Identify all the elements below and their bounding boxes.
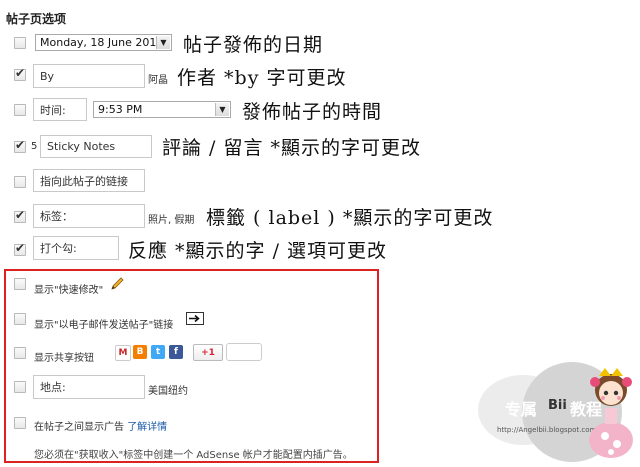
author-name: 阿晶 [148, 75, 168, 86]
reactions-checkbox[interactable] [14, 241, 26, 256]
blogger-icon: B [133, 345, 147, 359]
author-label-input[interactable]: By [33, 64, 145, 88]
twitter-icon: t [151, 345, 165, 359]
labels-values: 照片, 假期 [148, 215, 195, 226]
permalink-label-input[interactable]: 指向此帖子的链接 [33, 169, 145, 192]
quick-edit-label: 显示"快速修改" [34, 285, 104, 296]
labels-annotation: 標籤 ( label ) *顯示的字可更改 [206, 207, 494, 229]
ads-label: 在帖子之间显示广告 了解详情 [34, 418, 167, 433]
labels-label-input[interactable]: 标签： [33, 204, 145, 228]
labels-checkbox[interactable] [14, 208, 26, 223]
comments-count: 5 [31, 141, 38, 152]
author-annotation: 作者 *by 字可更改 [177, 67, 347, 89]
comments-annotation: 評論 / 留言 *顯示的字可更改 [162, 137, 422, 159]
time-annotation: 發佈帖子的時間 [242, 101, 383, 123]
date-format-select[interactable]: Monday, 18 June 2012 ▼ [35, 34, 172, 51]
quick-edit-checkbox[interactable] [14, 278, 26, 290]
time-checkbox[interactable] [14, 104, 26, 116]
email-arrow-icon [186, 312, 204, 325]
time-format-select[interactable]: 9:53 PM ▼ [93, 101, 231, 118]
comments-label-input[interactable]: Sticky Notes [40, 135, 152, 158]
adsense-note: 您必须在"获取收入"标签中创建一个 AdSense 帐户才能配置内插广告。 [34, 450, 353, 461]
watermark-url: http://Angelbii.blogspot.com/ [497, 426, 599, 434]
time-label-input[interactable]: 时间: [33, 98, 87, 121]
learn-more-link[interactable]: 了解详情 [127, 422, 167, 433]
location-checkbox[interactable] [14, 381, 26, 393]
gplus-button: +1 [193, 344, 223, 361]
pencil-icon [111, 277, 124, 290]
reactions-label-input[interactable]: 打个勾: [33, 236, 119, 260]
highlight-frame [4, 269, 379, 463]
location-value: 美国纽约 [148, 386, 188, 397]
permalink-checkbox[interactable] [14, 176, 26, 188]
share-buttons-label: 显示共享按钮 [34, 353, 94, 364]
gplus-count-bubble [226, 343, 262, 361]
doll-mascot-icon [589, 368, 633, 458]
gmail-icon: M [115, 345, 131, 361]
email-post-label: 显示"以电子邮件发送帖子"链接 [34, 320, 174, 331]
gplus-count: +1 [201, 347, 215, 358]
share-buttons-checkbox[interactable] [14, 347, 26, 359]
chevron-down-icon: ▼ [215, 103, 229, 116]
date-format-value: Monday, 18 June 2012 [40, 36, 164, 49]
time-format-value: 9:53 PM [98, 103, 143, 116]
comments-checkbox[interactable] [14, 138, 26, 153]
ads-label-text: 在帖子之间显示广告 [34, 422, 124, 433]
facebook-icon: f [169, 345, 183, 359]
watermark-text-left: 专属 [505, 400, 538, 419]
date-checkbox[interactable] [14, 37, 26, 49]
author-checkbox[interactable] [14, 66, 26, 81]
ads-checkbox[interactable] [14, 417, 26, 429]
chevron-down-icon: ▼ [156, 36, 170, 49]
reactions-annotation: 反應 *顯示的字 / 選項可更改 [128, 240, 388, 262]
watermark-text-mid: Bii [548, 398, 567, 413]
section-title: 帖子页选项 [6, 12, 67, 26]
date-annotation: 帖子發佈的日期 [183, 34, 324, 56]
location-label-input[interactable]: 地点: [33, 375, 145, 399]
email-post-checkbox[interactable] [14, 313, 26, 325]
